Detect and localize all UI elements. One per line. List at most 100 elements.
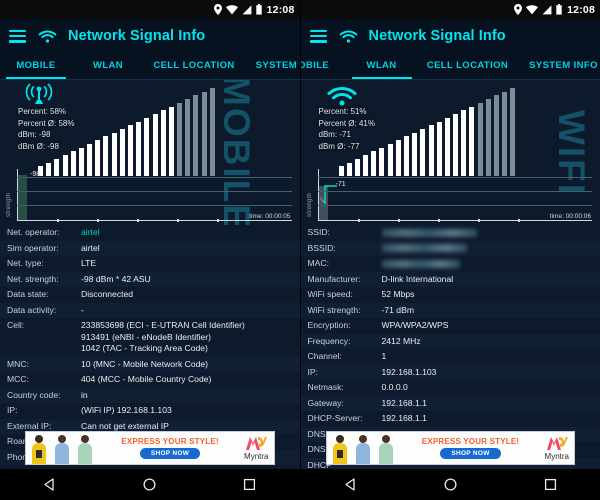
tab-mobile[interactable]: MOBILE (301, 53, 346, 80)
cell-tower-icon (25, 83, 53, 104)
table-row[interactable]: Data state: Disconnected (0, 287, 300, 303)
ad-banner[interactable]: EXPRESS YOUR STYLE! SHOP NOW Myntra (25, 431, 275, 465)
table-row-value: 0.0.0.0 (381, 382, 408, 392)
hamburger-menu-icon[interactable] (309, 29, 327, 43)
table-row[interactable]: MCC: 404 (MCC - Mobile Country Code) (0, 372, 300, 388)
table-row-value: 404 (MCC - Mobile Country Code) (81, 374, 212, 384)
table-row[interactable]: SSID: (301, 225, 600, 241)
ad-shop-now-button[interactable]: SHOP NOW (139, 448, 201, 459)
ad-brand-name: Myntra (244, 451, 269, 461)
tab-wlan[interactable]: WLAN (72, 53, 144, 80)
stat-percent-avg: Percent Ø: 58% (18, 118, 75, 128)
chart-x-tick (57, 219, 59, 222)
table-row[interactable]: Net. type: LTE (0, 256, 300, 272)
signal-bar (444, 117, 450, 176)
signal-stats: Percent: 58% Percent Ø: 58% dBm: -98 dBm… (18, 106, 74, 152)
signal-bar (152, 114, 158, 176)
chart-x-tick (357, 219, 360, 222)
stat-percent: Percent: 51% (318, 107, 367, 116)
table-row-value: - (81, 304, 84, 315)
table-row-key: Sim operator: (7, 242, 59, 253)
table-row[interactable]: Country code: in (0, 387, 300, 403)
table-row-key: IP: (307, 366, 319, 377)
chart-gridline (17, 205, 292, 206)
recents-square-icon[interactable] (242, 477, 257, 492)
home-circle-icon[interactable] (142, 477, 157, 492)
signal-bar (136, 121, 142, 176)
recents-square-icon[interactable] (543, 477, 558, 492)
chart-x-tick (217, 219, 219, 222)
table-row[interactable]: Net. strength: -98 dBm * 42 ASU (0, 271, 300, 287)
table-row[interactable]: Frequency: 2412 MHz (300, 333, 600, 349)
table-row[interactable]: Gateway: 192.168.1.1 (300, 395, 600, 411)
table-row-key: Channel: (307, 351, 342, 361)
chart-x-tick (517, 219, 520, 222)
signal-bar (185, 99, 191, 176)
table-row-value: D-link International (381, 273, 454, 284)
tab-cell-location[interactable]: CELL LOCATION (144, 53, 244, 80)
table-row[interactable]: IP: (WiFi IP) 192.168.1.103 (0, 403, 300, 419)
table-row-value-line: 913491 (eNBI - eNodeB Identifier) (81, 331, 211, 342)
table-row-value: 10 (MNC - Mobile Network Code) (81, 358, 209, 369)
table-row-key: MNC: (7, 358, 29, 369)
chart-gridline (17, 177, 292, 178)
table-row-value: -98 dBm * 42 ASU (81, 273, 151, 284)
table-row-key: Frequency: (307, 335, 351, 346)
redacted-value (381, 228, 477, 237)
table-row[interactable]: MAC: (301, 256, 600, 272)
table-row-key: WiFi speed: (307, 289, 353, 299)
table-row-value: 233853698 (ECI - E-UTRAN Cell Identifier… (81, 320, 300, 355)
table-row-value: (WiFi IP) 192.168.1.103 (81, 405, 172, 415)
phone-screen-mobile-tab: 12:08 Network Signal Info MOBILE WLAN CELL… (0, 0, 300, 500)
signal-graph-mobile: MOBILE Percent: 58% Percent Ø: 58% dBm: … (0, 80, 300, 225)
stat-dbm: dBm: -98 (18, 130, 51, 139)
table-row[interactable]: IP: 192.168.1.103 (300, 364, 600, 380)
status-bar: 12:08 (300, 0, 600, 19)
table-row-value: airtel (81, 242, 100, 253)
table-row[interactable]: Channel: 1 (301, 349, 600, 365)
chart-x-tick (397, 219, 400, 222)
table-row[interactable]: WiFi speed: 52 Mbps (301, 287, 600, 303)
signal-bar (168, 106, 174, 176)
table-row[interactable]: Net. operator: airtel (0, 225, 300, 241)
table-row-value: WPA/WPA2/WPS (381, 320, 449, 330)
table-row[interactable]: Data activity: - (0, 302, 300, 318)
home-circle-icon[interactable] (443, 477, 458, 492)
hamburger-menu-icon[interactable] (9, 29, 26, 43)
chart-gridline (317, 205, 592, 206)
wifi-icon (526, 4, 539, 14)
table-row[interactable]: WiFi strength: -71 dBm (300, 302, 600, 318)
table-row[interactable]: Manufacturer: D-link International (300, 271, 600, 287)
table-row-value (381, 243, 600, 255)
tab-cell-location[interactable]: CELL LOCATION (418, 53, 518, 80)
table-row[interactable]: DHCP-Server: 192.168.1.1 (301, 411, 600, 427)
back-triangle-icon[interactable] (42, 477, 57, 492)
tab-mobile[interactable]: MOBILE (0, 53, 72, 80)
table-row-value: 2412 MHz (381, 335, 421, 346)
table-row-key: Gateway: (307, 397, 344, 408)
tab-system-info[interactable]: SYSTEM INFO (244, 53, 300, 80)
tab-system-info[interactable]: SYSTEM INFO (518, 53, 600, 80)
table-row[interactable]: Sim operator: airtel (0, 240, 300, 256)
table-row-key: Country code: (7, 389, 61, 400)
table-row[interactable]: BSSID: (300, 240, 600, 256)
android-nav-bar (0, 469, 300, 500)
back-triangle-icon[interactable] (343, 477, 358, 492)
table-row[interactable]: Cell: 233853698 (ECI - E-UTRAN Cell Ident… (0, 318, 300, 357)
location-pin-icon (213, 4, 222, 15)
table-row-key: BSSID: (307, 242, 336, 253)
chart-x-tick (137, 219, 139, 222)
signal-stats: Percent: 51% Percent Ø: 41% dBm: -71 dBm… (319, 106, 375, 152)
table-row[interactable]: Netmask: 0.0.0.0 (301, 380, 600, 396)
table-row[interactable]: MNC: 10 (MNC - Mobile Network Code) (0, 356, 300, 372)
chart-gridline (317, 191, 592, 192)
ad-banner[interactable]: EXPRESS YOUR STYLE! SHOP NOW Myntra (325, 431, 575, 465)
table-row-key: Netmask: (307, 382, 344, 392)
tab-wlan[interactable]: WLAN (346, 53, 418, 80)
table-row[interactable]: Encryption: WPA/WPA2/WPS (301, 318, 600, 334)
signal-bar (461, 110, 467, 176)
table-row-key: Data state: (7, 289, 49, 299)
ad-shop-now-button[interactable]: SHOP NOW (440, 448, 501, 459)
signal-bar (209, 88, 215, 176)
table-row-value: 52 Mbps (381, 289, 415, 299)
